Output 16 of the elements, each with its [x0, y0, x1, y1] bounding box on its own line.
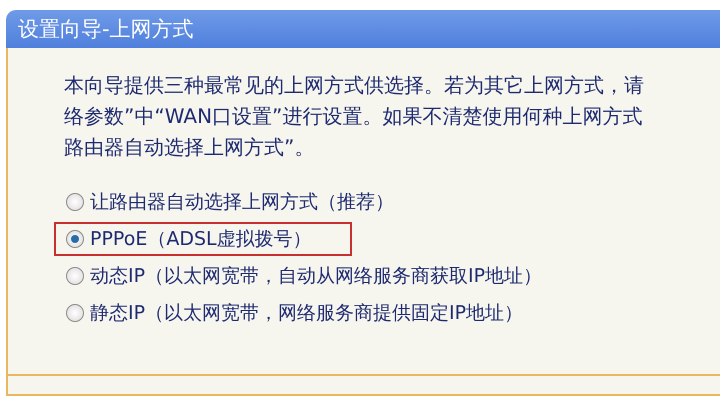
radio-option[interactable]: 静态IP（以太网宽带，网络服务商提供固定IP地址）	[54, 296, 564, 330]
radio-button[interactable]	[66, 230, 84, 248]
radio-button[interactable]	[66, 267, 84, 285]
intro-text: 络参数”中“WAN口设置”进行设置。如果不清楚使用何种上网方式	[64, 103, 644, 130]
radio-option[interactable]: 让路由器自动选择上网方式（推荐）	[54, 185, 434, 219]
radio-button[interactable]	[66, 304, 84, 322]
option-label: 静态IP（以太网宽带，网络服务商提供固定IP地址）	[90, 301, 524, 326]
option-label: 动态IP（以太网宽带，自动从网络服务商获取IP地址）	[90, 264, 542, 289]
option-label: PPPoE（ADSL虚拟拨号）	[90, 227, 312, 252]
radio-option[interactable]: 动态IP（以太网宽带，自动从网络服务商获取IP地址）	[54, 259, 582, 293]
intro-text: 本向导提供三种最常见的上网方式供选择。若为其它上网方式，请	[64, 72, 645, 99]
panel-title: 设置向导-上网方式	[6, 10, 720, 48]
intro-text: 路由器自动选择上网方式”。	[64, 134, 316, 161]
radio-option[interactable]: PPPoE（ADSL虚拟拨号）	[54, 222, 352, 256]
radio-button[interactable]	[66, 193, 84, 211]
option-label: 让路由器自动选择上网方式（推荐）	[90, 190, 394, 215]
